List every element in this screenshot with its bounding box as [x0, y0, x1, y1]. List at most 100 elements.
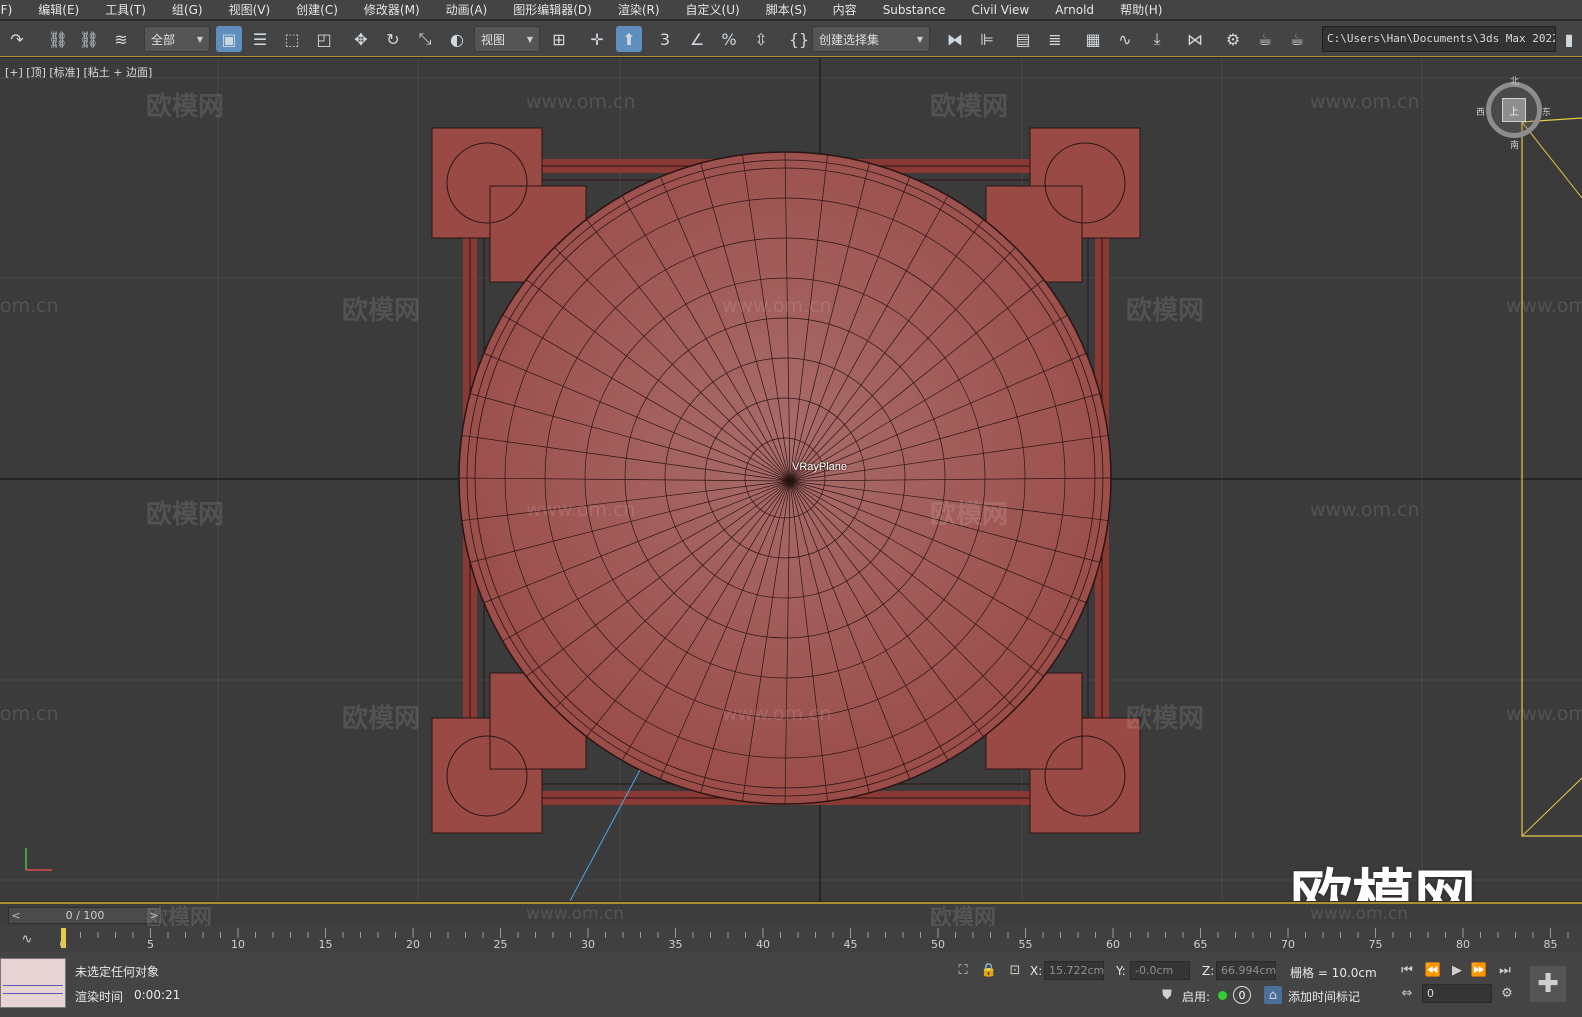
time-config-icon[interactable]: ⚙	[1498, 984, 1516, 1002]
preview-line	[3, 993, 63, 994]
angle-snap-icon[interactable]: ∠	[684, 26, 710, 52]
z-coordinate-field[interactable]: 66.994cm	[1216, 961, 1276, 980]
project-path-field[interactable]: C:\Users\Han\Documents\3ds Max 2022	[1322, 26, 1556, 52]
previous-frame-icon[interactable]: ⏪	[1424, 961, 1442, 979]
snap-icon[interactable]: 3	[652, 26, 678, 52]
menu-item[interactable]: 内容	[819, 1, 869, 18]
render-setup-icon[interactable]: ☕	[1252, 26, 1278, 52]
schematic-view-icon[interactable]: ⋈	[1182, 26, 1208, 52]
select-manipulate-icon[interactable]: ✛	[584, 26, 610, 52]
material-editor-icon[interactable]: ⚙	[1220, 26, 1246, 52]
rect-selection-icon[interactable]: ⬚	[279, 26, 305, 52]
reference-coord-dropdown[interactable]: 视图 ▼	[474, 26, 540, 52]
status-dot	[1218, 991, 1227, 1000]
curve-editor-icon[interactable]: ∿	[1112, 26, 1138, 52]
menu-item[interactable]: 渲染(R)	[604, 1, 672, 18]
rotate-icon[interactable]: ↻	[380, 26, 406, 52]
menu-item[interactable]: 脚本(S)	[752, 1, 819, 18]
percent-snap-icon[interactable]: %	[716, 26, 742, 52]
menu-item[interactable]: 图形编辑器(D)	[499, 1, 604, 18]
maxscript-listener-preview[interactable]	[0, 958, 66, 1008]
placement-icon[interactable]: ◐	[444, 26, 470, 52]
ruler-tick-label: 60	[1106, 938, 1120, 951]
current-frame-field[interactable]: 0	[1422, 984, 1492, 1003]
bind-space-warp-icon[interactable]: ≋	[108, 26, 134, 52]
prev-frame-icon[interactable]: <	[9, 909, 23, 922]
menu-item[interactable]: 编辑(E)	[24, 1, 91, 18]
key-mode-icon[interactable]: ⇔	[1398, 984, 1416, 1002]
selection-filter-dropdown[interactable]: 全部 ▼	[144, 26, 210, 52]
redo-icon[interactable]: ↷	[4, 26, 30, 52]
add-time-tag-button[interactable]: 添加时间标记	[1288, 988, 1360, 1005]
compass-north: 北	[1510, 77, 1520, 87]
reference-coord-value: 视图	[481, 32, 506, 47]
pivot-icon[interactable]: ⊞	[546, 26, 572, 52]
watermark-url: www.om.cn	[1310, 499, 1420, 521]
window-crossing-icon[interactable]: ◰	[311, 26, 337, 52]
keyboard-shortcut-icon[interactable]: ⬆	[616, 26, 642, 52]
scale-icon[interactable]: ⤡	[412, 26, 438, 52]
frame-display: 0 / 100	[65, 909, 105, 922]
watermark-url: www.om.cn	[722, 295, 832, 317]
ruler-tick-label: 5	[147, 938, 154, 951]
adaptive-degradation-icon[interactable]: ⛊	[1158, 986, 1176, 1004]
ruler-tick-label: 75	[1369, 938, 1383, 951]
watermark-text: 欧模网	[930, 500, 1009, 530]
scene-explorer-icon[interactable]: ▤	[1010, 26, 1036, 52]
project-folder-icon[interactable]: ▮	[1558, 26, 1580, 52]
viewcube[interactable]: 上 北 南 东 西	[1476, 77, 1551, 151]
watermark-text: 欧模网	[342, 704, 421, 734]
menu-item[interactable]: 组(G)	[158, 1, 215, 18]
ruler-tick-label: 85	[1544, 938, 1558, 951]
menu-item[interactable]: 创建(C)	[282, 1, 350, 18]
align-icon[interactable]: ⊫	[974, 26, 1000, 52]
menu-item[interactable]: 视图(V)	[215, 1, 283, 18]
dope-sheet-icon[interactable]: ⤓	[1144, 26, 1170, 52]
watermark-url: www.om.cn	[526, 91, 636, 113]
render-icon[interactable]: ☕	[1284, 26, 1310, 52]
top-viewport[interactable]: [+] [顶] [标准] [粘土 + 边面] 上 北 南 东 西 VRayPla…	[0, 58, 1582, 901]
watermark-text: 欧模网	[342, 296, 421, 326]
ruler-tick-label: 25	[494, 938, 508, 951]
next-frame-button-icon[interactable]: ⏩	[1470, 961, 1488, 979]
lock-icon[interactable]: 🔒	[980, 961, 998, 979]
menu-item[interactable]: Civil View	[957, 3, 1041, 17]
edit-named-selection-icon[interactable]: {}	[786, 26, 812, 52]
menu-item[interactable]: Arnold	[1041, 3, 1106, 17]
viewport-label[interactable]: [+] [顶] [标准] [粘土 + 边面]	[5, 64, 152, 80]
viewcube-face[interactable]: 上	[1502, 98, 1526, 122]
play-icon[interactable]: ▶	[1448, 961, 1466, 979]
ribbon-icon[interactable]: ▦	[1080, 26, 1106, 52]
track-bar[interactable]: ∿ 0510152025303540455055606570758085	[0, 926, 1582, 952]
time-slider[interactable]: < 0 / 100 >	[8, 907, 162, 924]
current-frame-marker[interactable]	[61, 928, 66, 948]
menu-item[interactable]: 动画(A)	[432, 1, 500, 18]
watermark-text: 欧模网	[1126, 296, 1205, 326]
menu-item[interactable]: Substance	[869, 3, 958, 17]
time-tag-icon[interactable]: ⌂	[1264, 986, 1282, 1004]
y-coordinate-field[interactable]: -0.0cm	[1130, 961, 1190, 980]
selection-filter-value: 全部	[151, 32, 176, 47]
menu-item[interactable]: 自定义(U)	[672, 1, 752, 18]
x-coordinate-field[interactable]: 15.722cm	[1044, 961, 1104, 980]
unlink-icon[interactable]: ⛓	[76, 26, 102, 52]
named-selection-dropdown[interactable]: 创建选择集 ▼	[812, 26, 930, 52]
menu-item[interactable]: (F)	[0, 3, 24, 17]
watermark-url: www.om.cn	[1310, 91, 1420, 113]
go-to-start-icon[interactable]: ⏮	[1398, 961, 1416, 979]
isolate-selection-icon[interactable]: ⛶	[954, 961, 972, 979]
spinner-snap-icon[interactable]: ⇳	[748, 26, 774, 52]
axis-tripod-icon	[25, 848, 52, 871]
menu-item[interactable]: 修改器(M)	[350, 1, 432, 18]
layer-explorer-icon[interactable]: ≣	[1042, 26, 1068, 52]
select-object-icon[interactable]: ▣	[216, 26, 242, 52]
go-to-end-icon[interactable]: ⏭	[1496, 961, 1514, 979]
move-icon[interactable]: ✥	[348, 26, 374, 52]
viewport-navigation-icon[interactable]: ✚	[1530, 966, 1566, 1002]
absolute-mode-icon[interactable]: ⊡	[1006, 961, 1024, 979]
link-icon[interactable]: ⛓	[45, 26, 71, 52]
mirror-icon[interactable]: ⧓	[942, 26, 968, 52]
menu-item[interactable]: 工具(T)	[91, 1, 158, 18]
select-by-name-icon[interactable]: ☰	[247, 26, 273, 52]
menu-item[interactable]: 帮助(H)	[1106, 1, 1174, 18]
